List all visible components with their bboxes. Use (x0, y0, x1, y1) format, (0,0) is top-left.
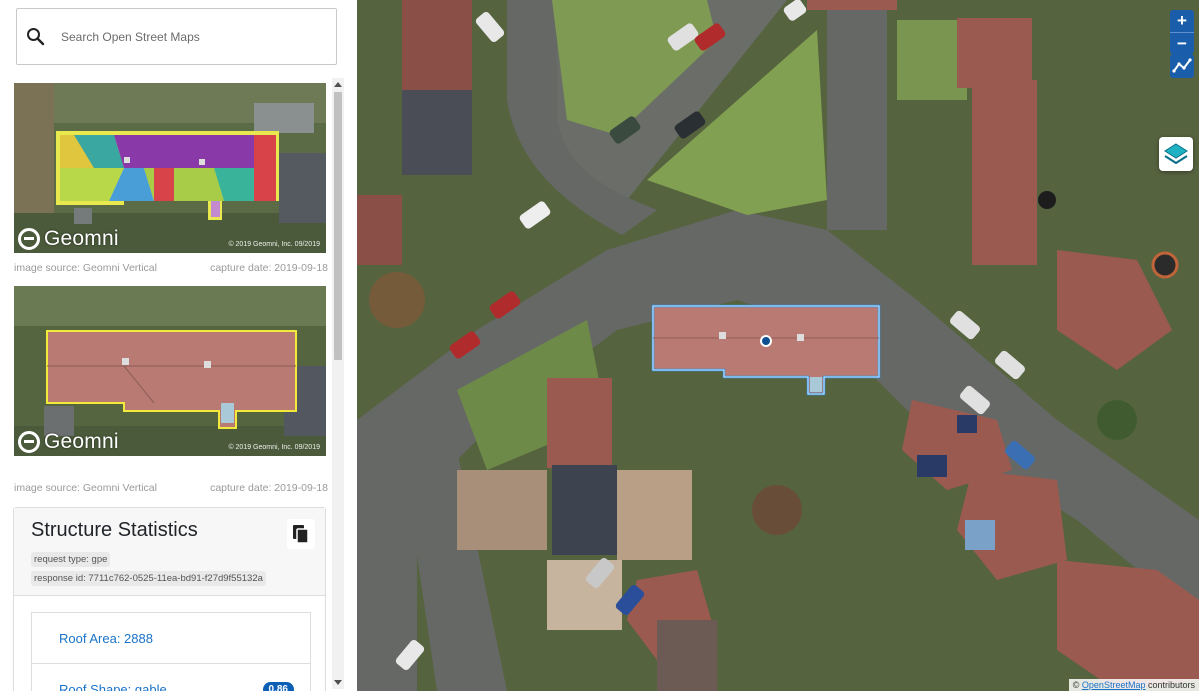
osm-link[interactable]: OpenStreetMap (1082, 680, 1146, 690)
stat-label: Roof Shape: gable (59, 681, 167, 691)
panel-scrollbar[interactable] (332, 78, 344, 689)
image-copyright: © 2019 Geomni, Inc. 09/2019 (228, 241, 320, 248)
polyline-icon (1172, 58, 1192, 73)
zoom-control: + − (1170, 10, 1194, 54)
copy-button[interactable] (287, 519, 315, 549)
geomni-watermark-text: Geomni (44, 430, 119, 453)
structure-statistics-card: Structure Statistics request type: gpe r… (13, 507, 326, 691)
capture-date: capture date: 2019-09-18 (210, 482, 328, 494)
search-icon (25, 26, 47, 48)
roof-outline-image: Geomni © 2019 Geomni, Inc. 09/2019 (14, 286, 326, 456)
confidence-badge: 0.86 (262, 682, 294, 691)
layers-button[interactable] (1159, 137, 1193, 171)
zoom-out-button[interactable]: − (1170, 32, 1194, 54)
measure-button[interactable] (1170, 54, 1194, 78)
image-meta: image source: Geomni Vertical capture da… (14, 482, 328, 494)
search-input[interactable] (61, 29, 311, 44)
stat-label: Roof Area: 2888 (59, 630, 153, 646)
request-type-tag: request type: gpe (31, 552, 111, 567)
attribution-prefix: © (1072, 680, 1082, 690)
image-meta: image source: Geomni Vertical capture da… (14, 262, 328, 274)
geomni-logo-icon (18, 431, 40, 453)
search-box[interactable] (16, 8, 337, 65)
map-attribution: © OpenStreetMap contributors (1068, 679, 1199, 691)
copy-icon (293, 525, 309, 544)
image-source: image source: Geomni Vertical (14, 262, 157, 274)
aerial-imagery (357, 0, 1199, 691)
stat-roof-shape[interactable]: Roof Shape: gable 0.86 (31, 663, 311, 691)
geomni-logo-icon (18, 228, 40, 250)
stats-header: Structure Statistics request type: gpe r… (14, 508, 325, 596)
image-copyright: © 2019 Geomni, Inc. 09/2019 (228, 444, 320, 451)
scroll-up-icon[interactable] (334, 82, 342, 87)
scroll-down-icon[interactable] (334, 680, 342, 685)
response-id-tag: response id: 7711c762-0525-11ea-bd91-f27… (31, 571, 266, 586)
side-panel: Geomni © 2019 Geomni, Inc. 09/2019 image… (0, 0, 357, 691)
layers-icon (1164, 143, 1188, 165)
attribution-suffix: contributors (1145, 680, 1195, 690)
app: Geomni © 2019 Geomni, Inc. 09/2019 image… (0, 0, 1199, 691)
stats-title: Structure Statistics (31, 519, 198, 541)
geomni-watermark: Geomni (18, 227, 119, 251)
aerial-map[interactable]: + − © OpenStreetMap contributors (357, 0, 1199, 691)
zoom-in-button[interactable]: + (1170, 10, 1194, 32)
roof-segment-image: Geomni © 2019 Geomni, Inc. 09/2019 (14, 83, 326, 253)
geomni-watermark: Geomni (18, 430, 119, 454)
capture-date: capture date: 2019-09-18 (210, 262, 328, 274)
scroll-thumb[interactable] (334, 92, 342, 360)
geomni-watermark-text: Geomni (44, 227, 119, 250)
building-center-marker[interactable] (760, 335, 772, 347)
image-source: image source: Geomni Vertical (14, 482, 157, 494)
stat-roof-area[interactable]: Roof Area: 2888 (31, 612, 311, 664)
